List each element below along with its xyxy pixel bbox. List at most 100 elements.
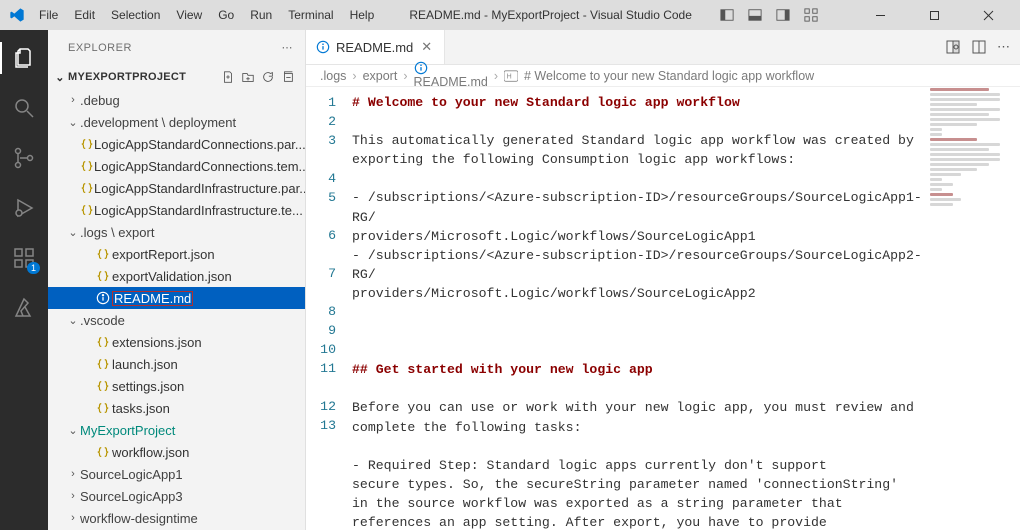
editor-tabs: README.md ✕ ⋯	[306, 30, 1020, 65]
tree-folder[interactable]: ›workflow-designtime	[48, 507, 305, 529]
collapse-all-icon[interactable]	[279, 68, 297, 86]
breadcrumb-heading[interactable]: # Welcome to your new Standard logic app…	[524, 69, 814, 83]
file-label: launch.json	[112, 357, 178, 372]
layout-customize-icon[interactable]	[804, 8, 818, 22]
tab-readme[interactable]: README.md ✕	[306, 30, 445, 64]
file-label: LogicAppStandardConnections.par...	[94, 137, 305, 152]
layout-primary-icon[interactable]	[720, 8, 734, 22]
tree-file[interactable]: extensions.json	[48, 331, 305, 353]
file-label: settings.json	[112, 379, 184, 394]
code-line	[352, 112, 940, 131]
menu-terminal[interactable]: Terminal	[281, 4, 340, 26]
tree-folder[interactable]: ›SourceLogicApp3	[48, 485, 305, 507]
code-line	[352, 341, 940, 360]
menu-run[interactable]: Run	[243, 4, 279, 26]
file-label: workflow.json	[112, 445, 189, 460]
window-title: README.md - MyExportProject - Visual Stu…	[381, 8, 720, 22]
new-file-icon[interactable]	[219, 68, 237, 86]
layout-secondary-icon[interactable]	[776, 8, 790, 22]
folder-label: SourceLogicApp3	[80, 489, 183, 504]
json-icon	[94, 379, 112, 393]
breadcrumb-segment[interactable]: export	[363, 69, 398, 83]
tree-file[interactable]: exportValidation.json	[48, 265, 305, 287]
editor-area: README.md ✕ ⋯ .logs›export› README.md›H …	[306, 30, 1020, 530]
chevron-icon: ⌄	[66, 116, 80, 129]
tree-file[interactable]: LogicAppStandardConnections.par...	[48, 133, 305, 155]
code-line: Before you can use or work with your new…	[352, 398, 940, 417]
code-line: ## Get started with your new logic app	[352, 360, 940, 379]
extensions-activity-icon[interactable]: 1	[0, 238, 48, 278]
menu-help[interactable]: Help	[343, 4, 382, 26]
explorer-activity-icon[interactable]	[0, 38, 48, 78]
tree-folder[interactable]: ⌄MyExportProject	[48, 419, 305, 441]
explorer-title: EXPLORER	[68, 42, 132, 54]
minimize-button[interactable]	[860, 1, 900, 29]
chevron-icon: ⌄	[66, 424, 80, 437]
titlebar: FileEditSelectionViewGoRunTerminalHelp R…	[0, 0, 1020, 30]
code-line: # Welcome to your new Standard logic app…	[352, 93, 940, 112]
tree-folder[interactable]: ›SourceLogicApp1	[48, 463, 305, 485]
menu-edit[interactable]: Edit	[67, 4, 102, 26]
folder-label: .vscode	[80, 313, 125, 328]
code-line: providers/Microsoft.Logic/workflows/Sour…	[352, 227, 940, 246]
tree-file[interactable]: workflow.json	[48, 441, 305, 463]
code-line	[352, 303, 940, 322]
menu-selection[interactable]: Selection	[104, 4, 167, 26]
file-label: exportValidation.json	[112, 269, 232, 284]
explorer-sidebar: EXPLORER ⋯ ⌄ MYEXPORTPROJECT ›.debug⌄.de…	[48, 30, 306, 530]
refresh-icon[interactable]	[259, 68, 277, 86]
tree-folder[interactable]: ⌄.logs \ export	[48, 221, 305, 243]
folder-label: workflow-designtime	[80, 511, 198, 526]
menu-go[interactable]: Go	[211, 4, 241, 26]
folder-label: .development \ deployment	[80, 115, 236, 130]
tab-close-icon[interactable]: ✕	[419, 39, 434, 55]
menu-bar: FileEditSelectionViewGoRunTerminalHelp	[32, 4, 381, 26]
file-tree: ›.debug⌄.development \ deploymentLogicAp…	[48, 89, 305, 529]
tree-file[interactable]: exportReport.json	[48, 243, 305, 265]
json-icon	[94, 269, 112, 283]
split-editor-icon[interactable]	[971, 39, 987, 55]
run-debug-activity-icon[interactable]	[0, 188, 48, 228]
file-label: LogicAppStandardInfrastructure.par...	[94, 181, 305, 196]
breadcrumb-segment[interactable]: README.md	[414, 61, 488, 90]
project-header[interactable]: ⌄ MYEXPORTPROJECT	[48, 65, 305, 89]
chevron-icon: ›	[66, 468, 80, 480]
tree-file[interactable]: LogicAppStandardInfrastructure.par...	[48, 177, 305, 199]
tree-folder[interactable]: ⌄.development \ deployment	[48, 111, 305, 133]
tree-folder[interactable]: ⌄.vscode	[48, 309, 305, 331]
tree-file[interactable]: settings.json	[48, 375, 305, 397]
minimap[interactable]	[930, 88, 1008, 206]
file-label: LogicAppStandardConnections.tem...	[94, 159, 305, 174]
source-control-activity-icon[interactable]	[0, 138, 48, 178]
code-content[interactable]: # Welcome to your new Standard logic app…	[346, 87, 1020, 530]
code-line: references an app setting. After export,…	[352, 513, 940, 530]
breadcrumb-segment[interactable]: .logs	[320, 69, 346, 83]
open-preview-icon[interactable]	[945, 39, 961, 55]
search-activity-icon[interactable]	[0, 88, 48, 128]
tree-file[interactable]: README.md	[48, 287, 305, 309]
tree-file[interactable]: tasks.json	[48, 397, 305, 419]
breadcrumb[interactable]: .logs›export› README.md›H # Welcome to y…	[306, 65, 1020, 87]
code-line: in the source workflow was exported as a…	[352, 494, 940, 513]
file-label: exportReport.json	[112, 247, 215, 262]
tree-file[interactable]: LogicAppStandardConnections.tem...	[48, 155, 305, 177]
tree-file[interactable]: launch.json	[48, 353, 305, 375]
chevron-icon: ⌄	[66, 314, 80, 327]
close-button[interactable]	[968, 1, 1008, 29]
layout-panel-icon[interactable]	[748, 8, 762, 22]
json-icon	[94, 401, 112, 415]
more-actions-icon[interactable]: ⋯	[997, 39, 1010, 55]
menu-view[interactable]: View	[169, 4, 209, 26]
new-folder-icon[interactable]	[239, 68, 257, 86]
tree-file[interactable]: LogicAppStandardInfrastructure.te...	[48, 199, 305, 221]
maximize-button[interactable]	[914, 1, 954, 29]
menu-file[interactable]: File	[32, 4, 65, 26]
code-line: exporting the following Consumption logi…	[352, 150, 940, 169]
explorer-more-icon[interactable]: ⋯	[282, 41, 294, 54]
activity-bar: 1	[0, 30, 48, 530]
chevron-icon: ⌄	[66, 226, 80, 239]
code-line: secure types. So, the secureString param…	[352, 475, 940, 494]
tree-folder[interactable]: ›.debug	[48, 89, 305, 111]
file-label: tasks.json	[112, 401, 170, 416]
azure-activity-icon[interactable]	[0, 288, 48, 328]
